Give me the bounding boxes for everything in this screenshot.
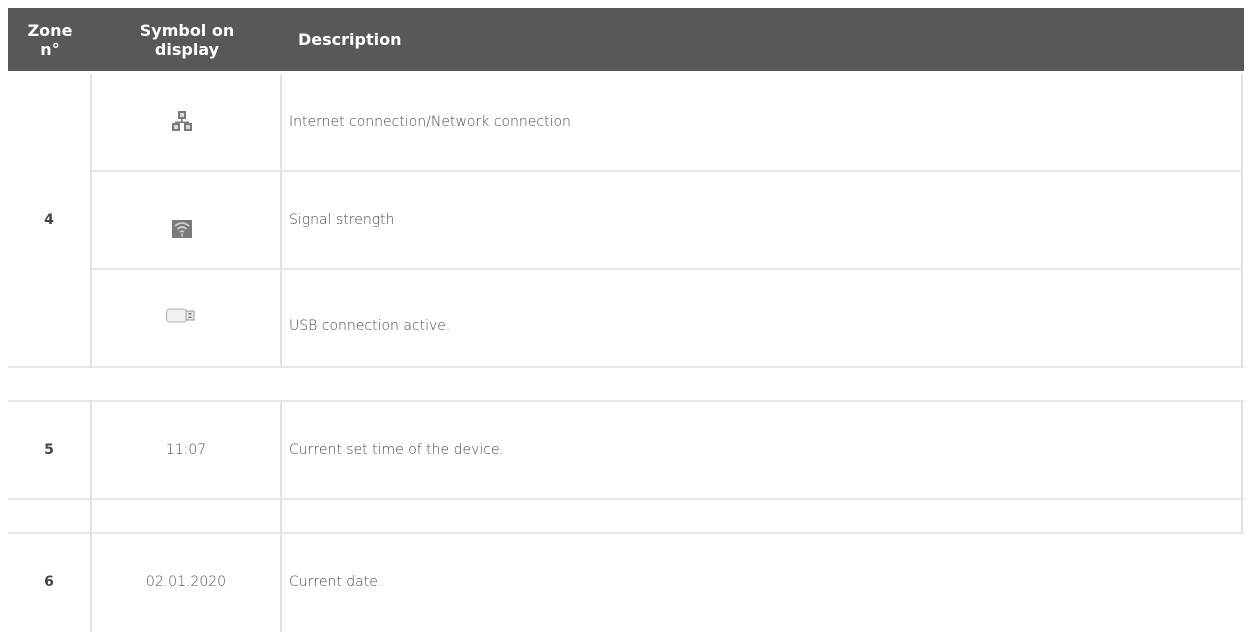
divider xyxy=(1241,402,1243,532)
divider xyxy=(92,268,1243,270)
zone-cell: 6 xyxy=(44,574,54,590)
description-cell: Current date. xyxy=(289,574,383,590)
description-cell: Current set time of the device. xyxy=(289,442,505,458)
divider xyxy=(90,74,92,366)
signal-strength-icon xyxy=(172,220,192,238)
description-cell: Internet connection/Network connection xyxy=(289,114,571,130)
header-zone: Zone n° xyxy=(8,8,92,71)
description-cell: Signal strength xyxy=(289,212,395,228)
divider xyxy=(280,74,282,366)
header-description-label: Description xyxy=(298,30,402,49)
symbol-cell: 02.01.2020 xyxy=(145,574,227,590)
description-cell: USB connection active. xyxy=(289,318,451,334)
table-header: Zone n° Symbol on display Description xyxy=(8,8,1244,71)
divider xyxy=(1241,74,1243,366)
zone-cell: 5 xyxy=(44,442,54,458)
usb-icon xyxy=(166,308,196,324)
header-description: Description xyxy=(298,8,1198,71)
zone-cell: 4 xyxy=(44,212,54,228)
display-symbols-table: Zone n° Symbol on display Description 4 xyxy=(8,8,1244,632)
header-symbol-line1: Symbol on xyxy=(139,20,235,40)
network-connection-icon xyxy=(172,111,192,131)
header-zone-line1: Zone xyxy=(27,20,73,40)
header-symbol-line2: display xyxy=(154,39,220,59)
divider xyxy=(8,498,1244,500)
header-symbol: Symbol on display xyxy=(92,8,282,71)
divider xyxy=(280,402,282,632)
symbol-cell: 11:07 xyxy=(165,442,207,458)
header-zone-line2: n° xyxy=(40,39,60,59)
